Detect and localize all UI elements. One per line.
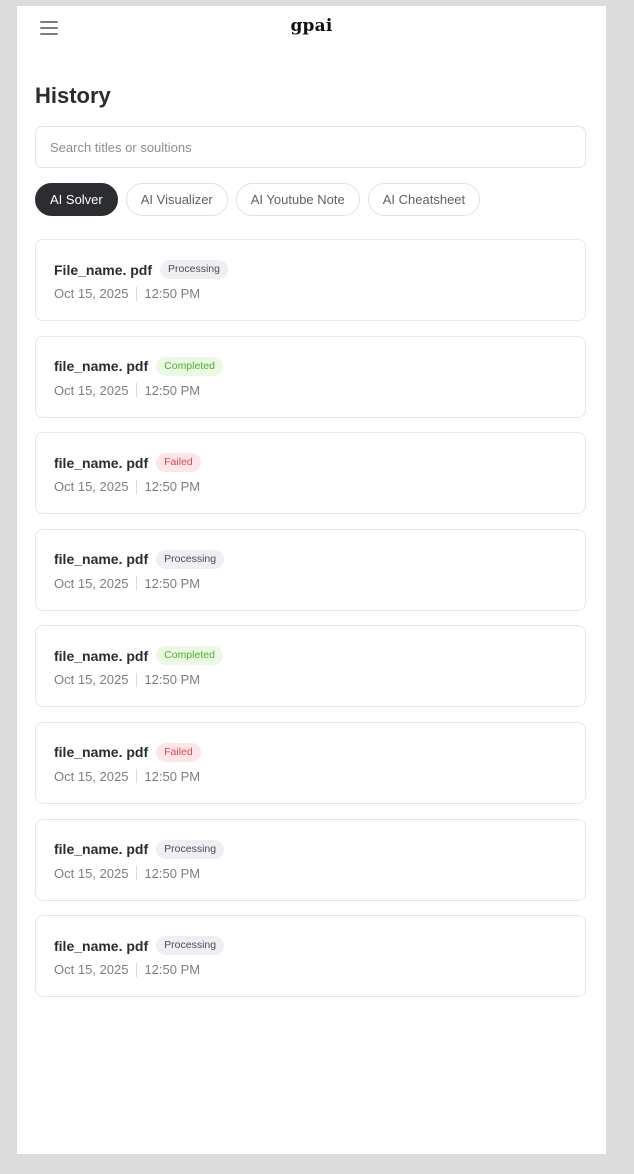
history-card[interactable]: file_name. pdf Processing Oct 15, 2025 1… — [35, 915, 586, 998]
file-name: file_name. pdf — [54, 744, 149, 761]
item-time: 12:50 PM — [144, 479, 201, 495]
status-badge: Processing — [160, 260, 228, 279]
file-name: file_name. pdf — [54, 358, 149, 375]
status-badge: Failed — [156, 453, 201, 473]
item-date: Oct 15, 2025 — [54, 962, 129, 978]
file-name: File_name. pdf — [54, 261, 153, 278]
item-date: Oct 15, 2025 — [54, 672, 129, 688]
item-date: Oct 15, 2025 — [54, 865, 129, 881]
history-card[interactable]: file_name. pdf Completed Oct 15, 2025 12… — [35, 335, 586, 418]
history-card[interactable]: File_name. pdf Processing Oct 15, 2025 1… — [35, 239, 586, 321]
page-title: History — [35, 83, 111, 108]
divider — [136, 672, 138, 687]
file-name: file_name. pdf — [54, 454, 149, 471]
tab-ai-solver[interactable]: AI Solver — [35, 183, 118, 216]
top-bar: gpai — [17, 6, 606, 48]
item-time: 12:50 PM — [144, 382, 201, 398]
divider — [136, 962, 138, 977]
item-time: 12:50 PM — [144, 286, 201, 301]
item-date: Oct 15, 2025 — [54, 382, 129, 398]
item-date: Oct 15, 2025 — [54, 479, 129, 495]
status-badge: Failed — [156, 742, 201, 762]
tab-ai-visualizer[interactable]: AI Visualizer — [125, 183, 228, 216]
app-screen: gpai History AI Solver AI Visualizer AI … — [17, 6, 606, 1154]
history-card[interactable]: file_name. pdf Processing Oct 15, 2025 1… — [35, 818, 586, 901]
tab-ai-cheatsheet[interactable]: AI Cheatsheet — [367, 183, 481, 216]
history-card[interactable]: file_name. pdf Failed Oct 15, 2025 12:50… — [35, 432, 586, 515]
item-date: Oct 15, 2025 — [54, 768, 129, 784]
status-badge: Completed — [156, 356, 223, 376]
item-time: 12:50 PM — [144, 672, 201, 688]
history-list: File_name. pdf Processing Oct 15, 2025 1… — [35, 239, 586, 1012]
divider — [136, 479, 138, 494]
status-badge: Processing — [156, 839, 225, 859]
tab-ai-youtube-note[interactable]: AI Youtube Note — [235, 183, 360, 216]
divider — [136, 769, 138, 784]
divider — [136, 866, 138, 881]
status-badge: Processing — [156, 549, 225, 569]
history-card[interactable]: file_name. pdf Completed Oct 15, 2025 12… — [35, 625, 586, 708]
file-name: file_name. pdf — [54, 647, 149, 664]
file-name: file_name. pdf — [54, 551, 149, 568]
item-date: Oct 15, 2025 — [54, 286, 129, 301]
search-input[interactable] — [35, 126, 586, 168]
status-badge: Processing — [156, 936, 225, 956]
divider — [136, 286, 138, 301]
file-name: file_name. pdf — [54, 937, 149, 954]
item-date: Oct 15, 2025 — [54, 575, 129, 591]
history-card[interactable]: file_name. pdf Failed Oct 15, 2025 12:50… — [35, 721, 586, 804]
divider — [136, 576, 138, 591]
item-time: 12:50 PM — [144, 865, 201, 881]
item-time: 12:50 PM — [144, 962, 201, 978]
category-tabs: AI Solver AI Visualizer AI Youtube Note … — [35, 183, 481, 216]
item-time: 12:50 PM — [144, 575, 201, 591]
history-card[interactable]: file_name. pdf Processing Oct 15, 2025 1… — [35, 528, 586, 611]
divider — [136, 383, 138, 398]
file-name: file_name. pdf — [54, 841, 149, 858]
item-time: 12:50 PM — [144, 768, 201, 784]
brand-logo: gpai — [290, 16, 333, 36]
status-badge: Completed — [156, 646, 223, 666]
